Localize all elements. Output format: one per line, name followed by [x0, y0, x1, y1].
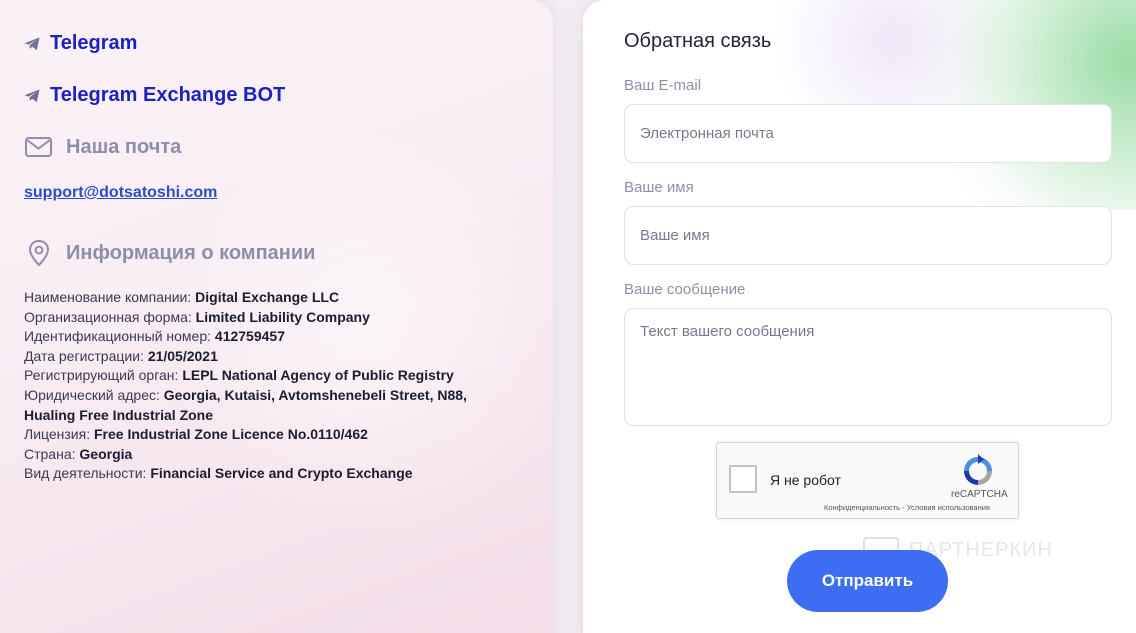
telegram-icon [24, 89, 40, 102]
form-title: Обратная связь [624, 30, 772, 52]
email-label: Ваш E-mail [624, 77, 702, 94]
message-label: Ваше сообщение [624, 281, 746, 298]
telegram-bot-link[interactable]: Telegram Exchange BOT [24, 84, 285, 107]
info-row: Страна: Georgia [24, 445, 133, 462]
support-email-link[interactable]: support@dotsatoshi.com [24, 184, 217, 202]
info-row: Наименование компании: Digital Exchange … [24, 289, 340, 305]
info-row: Лицензия: Free Industrial Zone Licence N… [24, 426, 368, 443]
info-row: Регистрирующий орган: LEPL National Agen… [24, 367, 454, 384]
info-row: Юридический адрес: Georgia, Kutaisi, Avt… [24, 386, 467, 423]
name-field[interactable] [624, 206, 1112, 265]
recaptcha-logo-icon [964, 454, 992, 485]
contacts-panel: Telegram Telegram Exchange BOT Наша почт… [0, 0, 553, 633]
info-row: Идентификационный номер: 412759457 [24, 328, 285, 345]
name-label: Ваше имя [624, 179, 694, 196]
telegram-link[interactable]: Telegram [24, 32, 137, 55]
mail-heading-text: Наша почта [66, 135, 182, 158]
location-pin-icon [28, 239, 50, 267]
recaptcha-widget: Я не робот reCAPTCHA Конфиденциальность … [716, 442, 1019, 519]
email-field[interactable] [624, 104, 1112, 163]
company-info-list: Наименование компании: Digital Exchange … [24, 288, 524, 484]
telegram-icon [24, 37, 40, 50]
recaptcha-label: Я не робот [770, 472, 841, 488]
mail-heading: Наша почта [24, 135, 181, 159]
feedback-panel: Обратная связь Ваш E-mail Ваше имя Ваше … [583, 0, 1136, 633]
message-field[interactable] [624, 308, 1112, 426]
submit-button[interactable]: Отправить [787, 550, 948, 612]
telegram-bot-link-label: Telegram Exchange BOT [50, 84, 286, 106]
recaptcha-links[interactable]: Конфиденциальность - Условия использован… [824, 503, 990, 512]
info-row: Вид деятельности: Financial Service and … [24, 465, 413, 482]
info-row: Дата регистрации: 21/05/2021 [24, 347, 218, 364]
info-row: Организационная форма: Limited Liability… [24, 308, 370, 325]
company-info-heading: Информация о компании [24, 238, 315, 268]
telegram-link-label: Telegram [50, 32, 138, 54]
envelope-icon [25, 137, 52, 157]
recaptcha-checkbox[interactable] [729, 465, 757, 493]
recaptcha-brand: reCAPTCHA [951, 489, 1008, 500]
company-info-heading-text: Информация о компании [66, 241, 316, 264]
